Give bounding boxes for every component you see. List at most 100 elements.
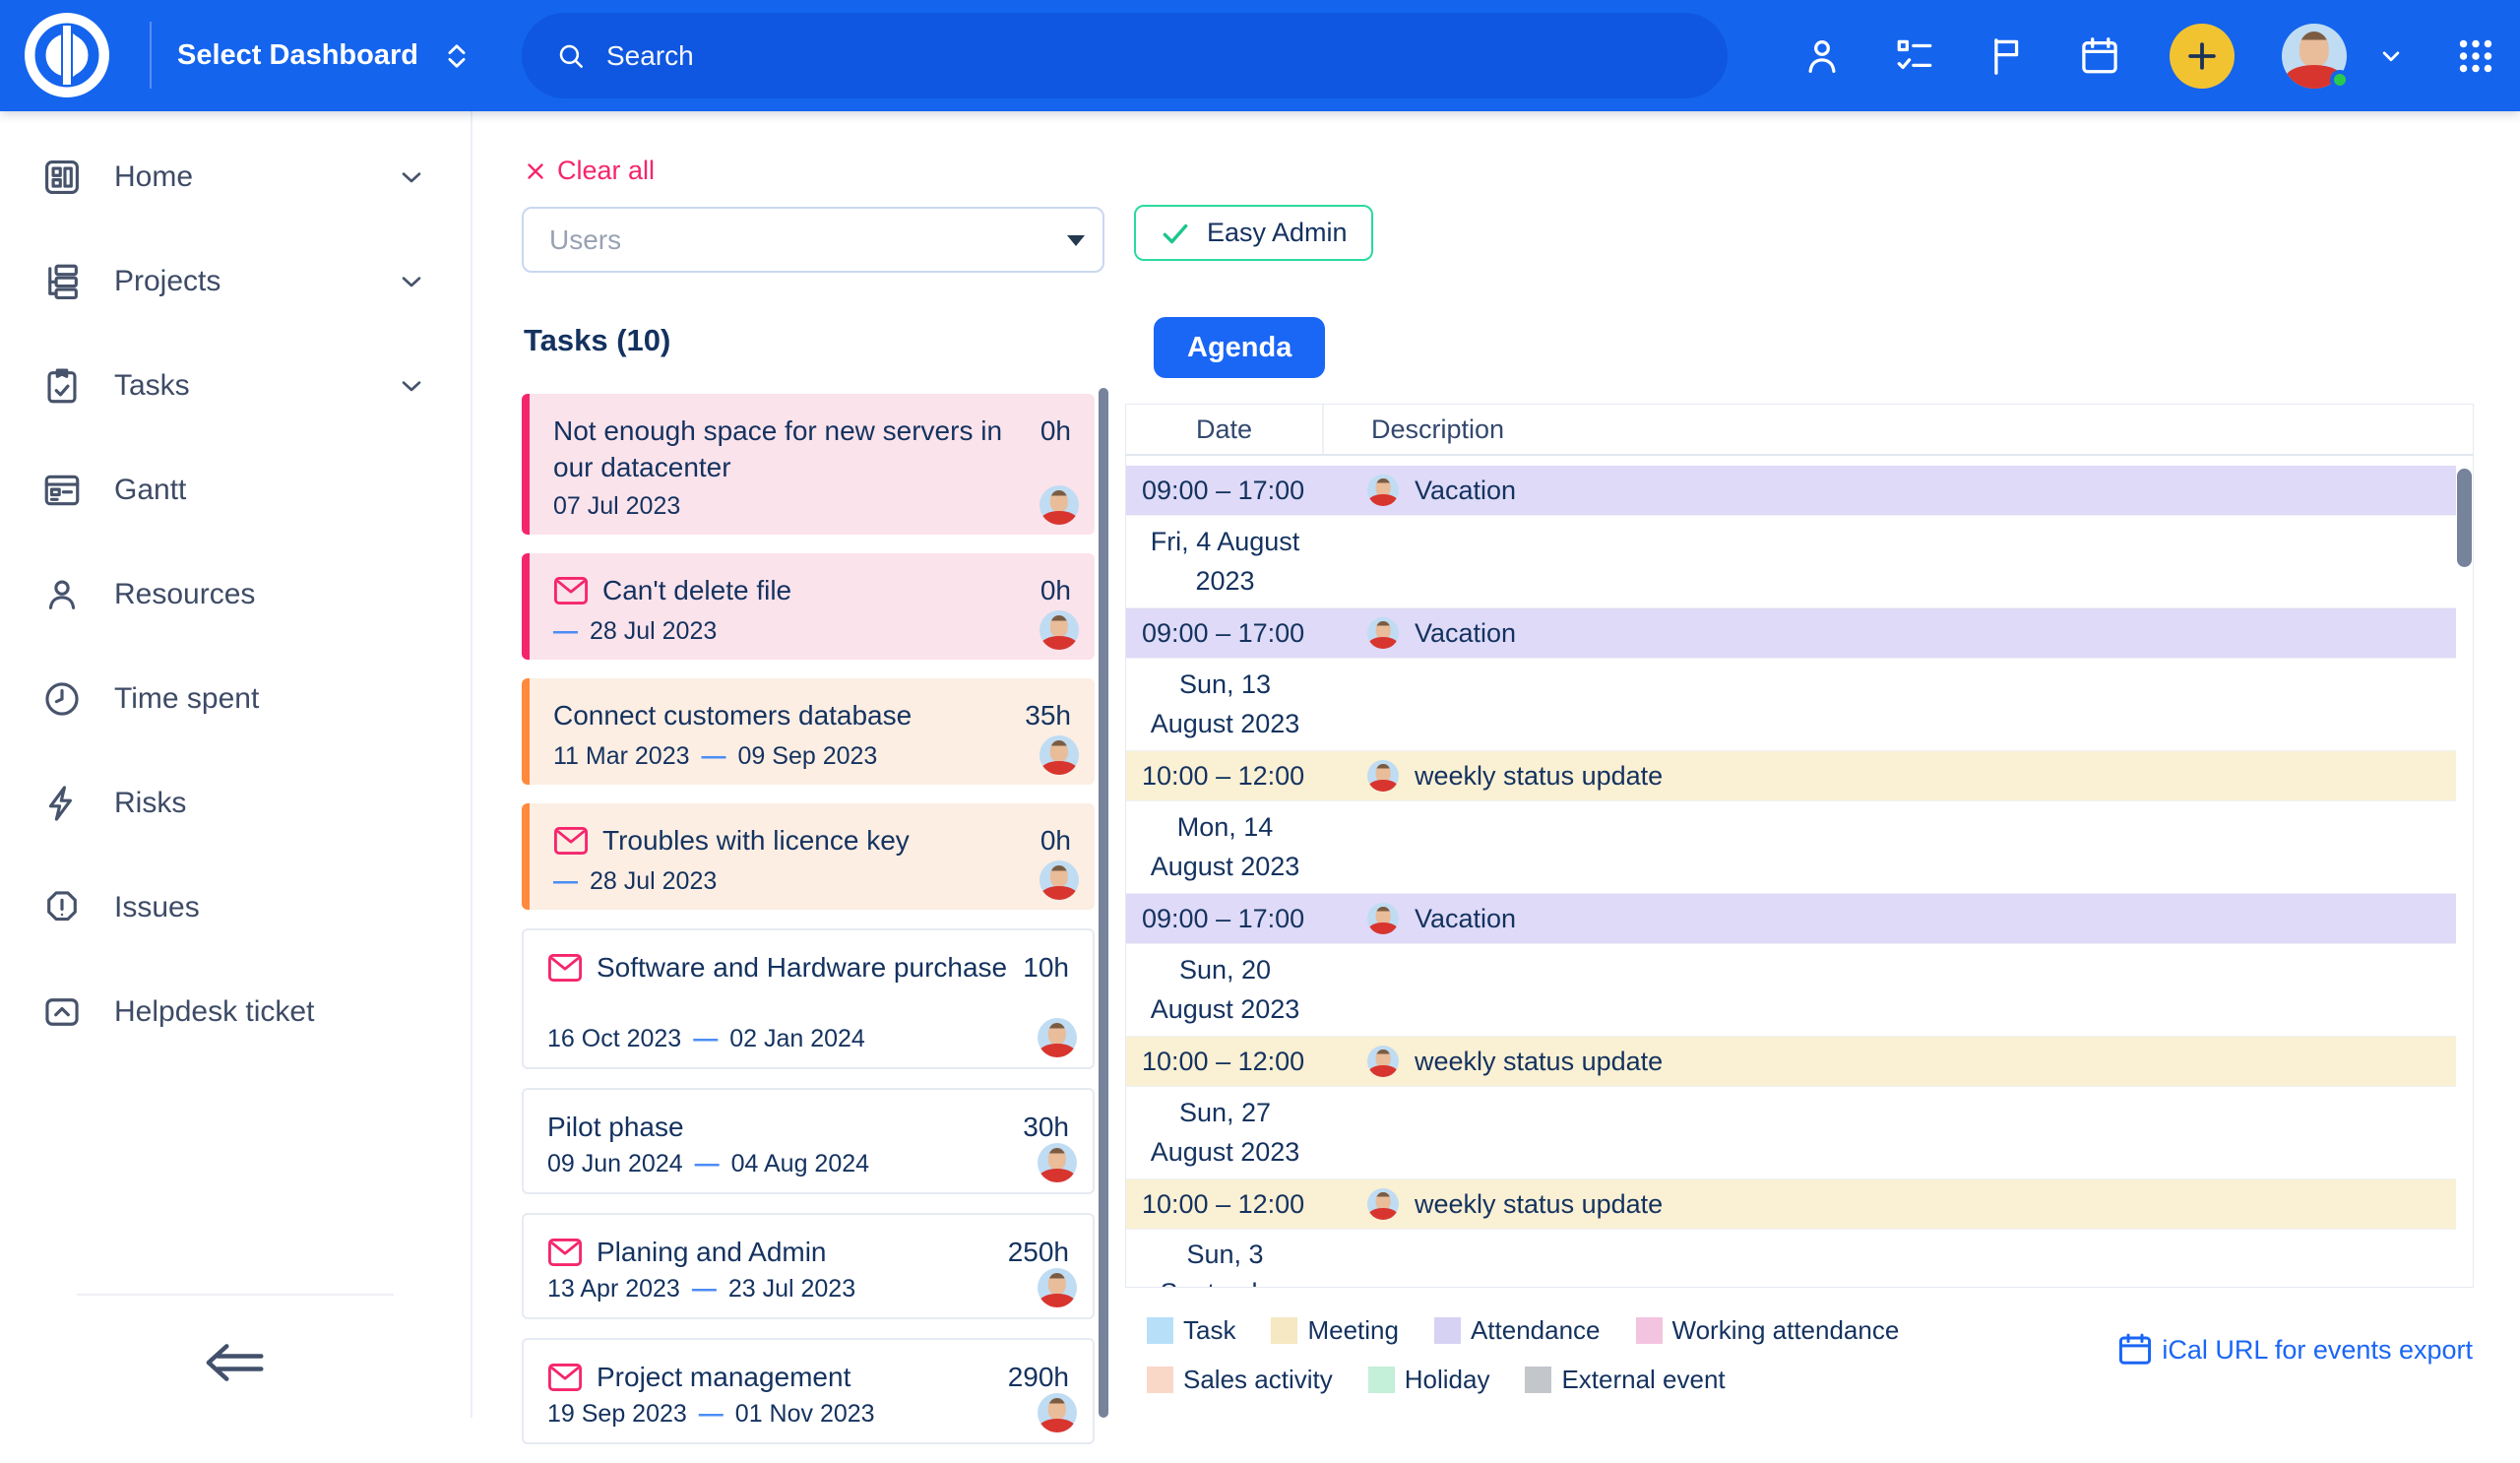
task-hours: 290h: [1008, 1360, 1069, 1393]
description-column-header: Description: [1324, 405, 2473, 454]
sidebar-item-time-spent[interactable]: Time spent: [0, 647, 471, 751]
search-bar[interactable]: [522, 13, 1728, 98]
legend-attendance: Attendance: [1434, 1315, 1601, 1346]
dashboard-selector-label: Select Dashboard: [177, 39, 418, 72]
topbar-divider: [150, 22, 152, 89]
users-filter-select[interactable]: [522, 207, 1104, 273]
task-card-can-t-delete-file[interactable]: Can't delete file 0h — 28 Jul 2023: [522, 553, 1095, 660]
event-title: weekly status update: [1415, 761, 1663, 792]
chevron-down-icon: [396, 370, 427, 402]
sidebar-item-tasks[interactable]: Tasks: [0, 334, 471, 438]
agenda-button[interactable]: Agenda: [1154, 317, 1325, 378]
sidebar-item-label: Time spent: [114, 682, 427, 716]
agenda-scrollbar[interactable]: [2457, 469, 2472, 567]
tasks-scrollbar[interactable]: [1099, 388, 1108, 1418]
event-title: weekly status update: [1415, 1047, 1663, 1077]
task-hours: 0h: [1040, 823, 1071, 857]
date-label: Mon, 14 August 2023: [1126, 801, 1324, 893]
event-title: weekly status update: [1415, 1189, 1663, 1220]
task-card-planing-and-admin[interactable]: Planing and Admin 250h 13 Apr 2023 — 23 …: [522, 1213, 1095, 1319]
sidebar-item-helpdesk-ticket[interactable]: Helpdesk ticket: [0, 960, 471, 1064]
assignee-avatar: [1040, 610, 1079, 650]
resources-icon: [41, 574, 83, 615]
agenda-event-row[interactable]: 09:00 – 17:00 Vacation: [1126, 608, 2456, 658]
user-icon[interactable]: [1799, 33, 1845, 79]
calendar-icon[interactable]: [2077, 33, 2122, 79]
task-title: Not enough space for new servers in our …: [553, 413, 1027, 486]
sidebar-item-label: Home: [114, 160, 364, 194]
event-description: Vacation: [1324, 475, 1516, 506]
event-time: 10:00 – 12:00: [1126, 761, 1324, 792]
agenda-event-row[interactable]: 10:00 – 12:00 weekly status update: [1126, 1179, 2456, 1229]
event-avatar: [1367, 1188, 1399, 1220]
agenda-event-row[interactable]: 09:00 – 17:00 Vacation: [1126, 894, 2456, 943]
add-button[interactable]: [2170, 24, 2235, 89]
task-card-connect-customers-database[interactable]: Connect customers database 35h 11 Mar 20…: [522, 678, 1095, 785]
easy-admin-filter-chip[interactable]: Easy Admin: [1134, 205, 1373, 261]
time-spent-icon: [41, 678, 83, 720]
sidebar-item-issues[interactable]: Issues: [0, 856, 471, 960]
assignee-avatar: [1038, 1268, 1077, 1307]
task-hours: 30h: [1023, 1110, 1069, 1143]
sidebar-item-label: Projects: [114, 265, 364, 298]
sidebar-item-resources[interactable]: Resources: [0, 542, 471, 647]
event-time: 10:00 – 12:00: [1126, 1189, 1324, 1220]
sidebar: Home Projects Tasks Gantt Resources Time…: [0, 111, 472, 1418]
profile-avatar[interactable]: [2282, 24, 2347, 89]
apps-grid-icon[interactable]: [2453, 33, 2498, 79]
sidebar-item-label: Gantt: [114, 474, 427, 507]
check-icon: [1160, 218, 1191, 249]
task-card-project-management[interactable]: Project management 290h 19 Sep 2023 — 01…: [522, 1338, 1095, 1444]
agenda-date-row: Fri, 4 August 2023: [1126, 515, 2456, 608]
legend-label: Sales activity: [1183, 1365, 1333, 1395]
envelope-icon: [553, 576, 589, 605]
task-title: Planing and Admin: [597, 1235, 994, 1271]
sidebar-item-gantt[interactable]: Gantt: [0, 438, 471, 542]
flag-icon[interactable]: [1984, 33, 2030, 79]
collapse-sidebar-icon[interactable]: [201, 1333, 270, 1392]
task-card-head: Connect customers database 35h: [553, 698, 1071, 734]
agenda-event-row[interactable]: 10:00 – 12:00 weekly status update: [1126, 1037, 2456, 1086]
assignee-avatar: [1038, 1018, 1077, 1057]
task-card-software-and-hardware-purchase[interactable]: Software and Hardware purchase 10h 16 Oc…: [522, 928, 1095, 1069]
task-end-date: 23 Jul 2023: [728, 1275, 855, 1304]
task-card-not-enough-space-for-new-servers-in-our-datacenter[interactable]: Not enough space for new servers in our …: [522, 394, 1095, 535]
agenda-event-row[interactable]: 10:00 – 12:00 weekly status update: [1126, 751, 2456, 800]
sidebar-item-risks[interactable]: Risks: [0, 751, 471, 856]
event-title: Vacation: [1415, 476, 1516, 506]
legend-external-event: External event: [1525, 1365, 1725, 1395]
task-card-pilot-phase[interactable]: Pilot phase 30h 09 Jun 2024 — 04 Aug 202…: [522, 1088, 1095, 1194]
search-input[interactable]: [604, 39, 1490, 73]
clear-all-button[interactable]: Clear all: [524, 156, 655, 186]
task-title: Pilot phase: [547, 1110, 1009, 1146]
ical-calendar-icon: [2116, 1331, 2154, 1368]
date-label: Sun, 20 August 2023: [1126, 944, 1324, 1036]
task-card-troubles-with-licence-key[interactable]: Troubles with licence key 0h — 28 Jul 20…: [522, 803, 1095, 910]
task-list: Not enough space for new servers in our …: [522, 394, 1095, 1463]
agenda-event-row[interactable]: 09:00 – 17:00 Vacation: [1126, 466, 2456, 515]
event-description: Vacation: [1324, 903, 1516, 934]
users-filter-input[interactable]: [547, 223, 1020, 257]
sidebar-item-home[interactable]: Home: [0, 125, 471, 229]
ical-export-link[interactable]: iCal URL for events export: [2116, 1331, 2473, 1368]
chevron-down-icon: [396, 266, 427, 297]
event-title: Vacation: [1415, 618, 1516, 649]
app-logo-icon[interactable]: [24, 12, 110, 98]
agenda-scroll-clip: [1126, 456, 2473, 466]
legend-working-attendance: Working attendance: [1636, 1315, 1900, 1346]
date-range-dash: —: [553, 617, 578, 646]
task-title: Can't delete file: [602, 573, 1027, 609]
dashboard-selector[interactable]: Select Dashboard: [177, 0, 473, 111]
profile-chevron-down-icon[interactable]: [2376, 41, 2406, 71]
envelope-icon: [547, 1238, 583, 1267]
projects-icon: [41, 261, 83, 302]
task-title: Software and Hardware purchase: [597, 950, 1009, 986]
sidebar-item-projects[interactable]: Projects: [0, 229, 471, 334]
issues-icon: [41, 887, 83, 928]
dropdown-arrow-icon: [1067, 234, 1085, 245]
date-range-dash: —: [693, 1025, 718, 1053]
task-end-date: 28 Jul 2023: [590, 617, 717, 646]
legend-swatch: [1636, 1317, 1663, 1344]
tasks-checklist-icon[interactable]: [1892, 33, 1937, 79]
date-range-dash: —: [699, 1400, 724, 1429]
